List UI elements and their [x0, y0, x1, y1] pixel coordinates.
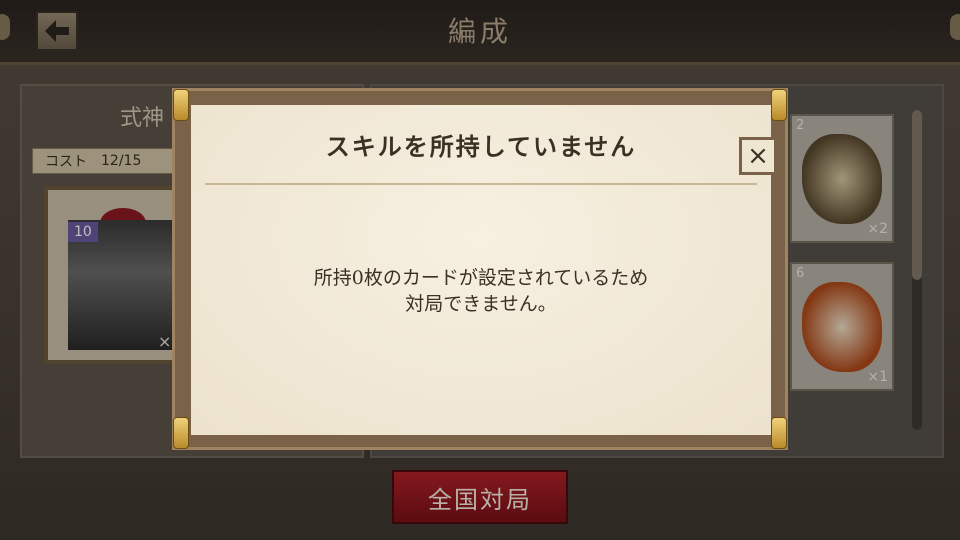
corner-ornament-icon — [771, 417, 787, 449]
corner-ornament-icon — [173, 417, 189, 449]
dialog-message-line: 所持0枚のカードが設定されているため — [313, 267, 649, 289]
dialog-message: 所持0枚のカードが設定されているため 対局できません。 — [191, 265, 771, 317]
dialog-title: スキルを所持していません — [325, 132, 637, 161]
corner-ornament-icon — [173, 89, 189, 121]
dialog-paper: スキルを所持していません 所持0枚のカードが設定されているため 対局できません。… — [191, 105, 777, 435]
close-icon: × — [747, 141, 769, 171]
dialog-message-line: 対局できません。 — [405, 293, 557, 315]
close-button[interactable]: × — [739, 137, 777, 175]
divider — [205, 183, 757, 185]
corner-ornament-icon — [771, 89, 787, 121]
error-dialog: スキルを所持していません 所持0枚のカードが設定されているため 対局できません。… — [172, 88, 788, 450]
